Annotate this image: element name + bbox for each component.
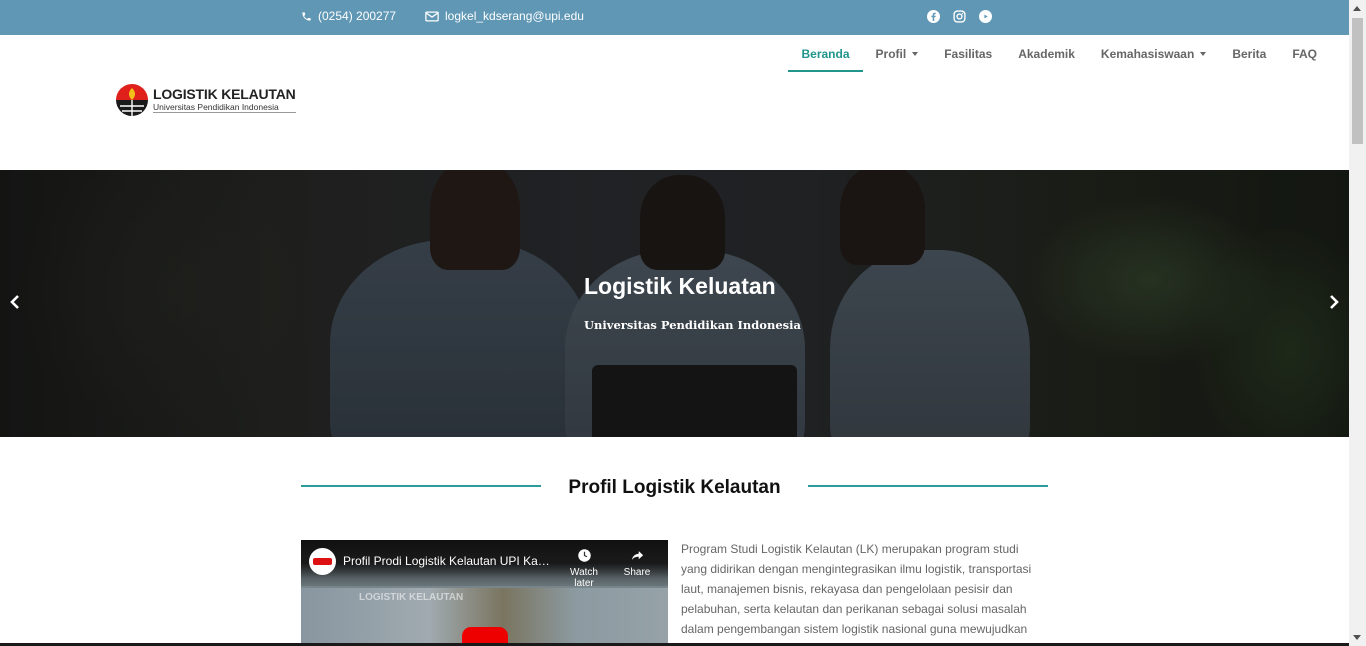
youtube-icon[interactable] bbox=[979, 10, 992, 23]
section-divider-left bbox=[301, 485, 541, 487]
watch-later-button[interactable]: Watch later bbox=[564, 548, 604, 589]
video-title[interactable]: Profil Prodi Logistik Kelautan UPI Kampu… bbox=[343, 554, 555, 568]
nav-label: Berita bbox=[1232, 47, 1267, 61]
nav-item-fasilitas[interactable]: Fasilitas bbox=[931, 35, 1005, 73]
nav-item-profil[interactable]: Profil bbox=[863, 35, 932, 73]
channel-avatar[interactable] bbox=[309, 548, 336, 575]
envelope-icon bbox=[425, 10, 439, 22]
caret-down-icon bbox=[912, 52, 919, 56]
share-button[interactable]: Share bbox=[617, 548, 657, 578]
scroll-down-icon[interactable] bbox=[1353, 635, 1361, 640]
section-heading: Profil Logistik Kelautan bbox=[568, 477, 781, 498]
hero-title: Logistik Keluatan bbox=[584, 273, 776, 299]
nav-label: Beranda bbox=[801, 47, 850, 61]
nav-label: Profil bbox=[875, 47, 907, 61]
clock-icon bbox=[577, 549, 591, 562]
phone-contact[interactable]: (0254) 200277 bbox=[301, 9, 396, 23]
chevron-left-icon[interactable] bbox=[9, 294, 21, 310]
logo-title: LOGISTIK KELAUTAN bbox=[153, 85, 296, 102]
watch-later-label: Watch later bbox=[570, 567, 598, 589]
nav-label: Kemahasiswaan bbox=[1100, 47, 1195, 61]
chevron-right-icon[interactable] bbox=[1328, 294, 1340, 310]
share-icon bbox=[631, 551, 643, 560]
site-header: LOGISTIK KELAUTAN Universitas Pendidikan… bbox=[0, 35, 1349, 170]
main-navigation: Beranda Profil Fasilitas Akademik Kemaha… bbox=[788, 35, 1330, 73]
email-contact[interactable]: logkel_kdserang@upi.edu bbox=[425, 9, 584, 23]
caret-down-icon bbox=[1200, 52, 1207, 56]
section-divider-right bbox=[808, 485, 1048, 487]
phone-icon bbox=[302, 11, 311, 21]
scrollbar-thumb[interactable] bbox=[1352, 18, 1363, 144]
nav-item-berita[interactable]: Berita bbox=[1219, 35, 1279, 73]
nav-label: Fasilitas bbox=[944, 47, 993, 61]
hero-slider: Logistik Keluatan Universitas Pendidikan… bbox=[0, 170, 1349, 437]
nav-label: FAQ bbox=[1292, 47, 1317, 61]
hero-overlay bbox=[0, 170, 1349, 437]
site-logo[interactable]: LOGISTIK KELAUTAN Universitas Pendidikan… bbox=[114, 82, 296, 118]
nav-item-kemahasiswaan[interactable]: Kemahasiswaan bbox=[1088, 35, 1219, 73]
video-watermark: LOGISTIK KELAUTAN bbox=[359, 592, 464, 603]
hero-subtitle: Universitas Pendidikan Indonesia bbox=[584, 318, 801, 332]
youtube-video-embed[interactable]: LOGISTIK KELAUTAN Profil Prodi Logistik … bbox=[301, 540, 668, 646]
scroll-up-icon[interactable] bbox=[1353, 6, 1361, 11]
phone-number: (0254) 200277 bbox=[318, 9, 397, 23]
nav-item-beranda[interactable]: Beranda bbox=[788, 35, 863, 73]
email-address: logkel_kdserang@upi.edu bbox=[445, 9, 584, 23]
nav-item-akademik[interactable]: Akademik bbox=[1005, 35, 1088, 73]
logo-subtitle: Universitas Pendidikan Indonesia bbox=[153, 103, 296, 114]
vertical-scrollbar[interactable] bbox=[1349, 0, 1366, 646]
facebook-icon[interactable] bbox=[927, 10, 940, 23]
instagram-icon[interactable] bbox=[953, 10, 966, 23]
top-contact-bar: (0254) 200277 logkel_kdserang@upi.edu bbox=[0, 0, 1349, 35]
upi-emblem-icon bbox=[116, 84, 148, 116]
nav-label: Akademik bbox=[1018, 47, 1075, 61]
nav-item-faq[interactable]: FAQ bbox=[1279, 35, 1330, 73]
profile-description: Program Studi Logistik Kelautan (LK) mer… bbox=[681, 542, 1032, 646]
share-label: Share bbox=[623, 567, 651, 578]
